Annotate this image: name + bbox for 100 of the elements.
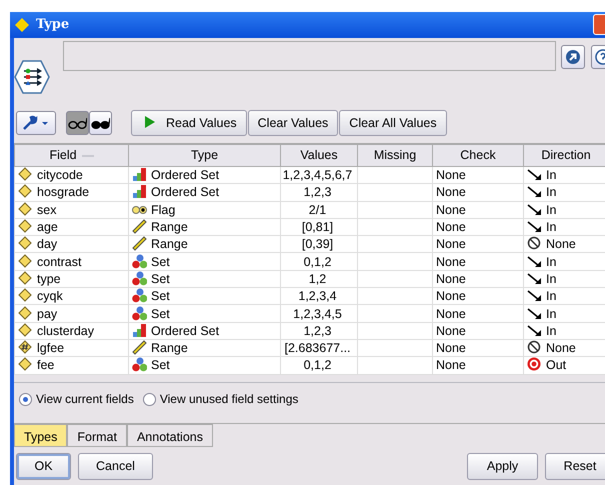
cell-text: In: [546, 202, 556, 217]
cell-text: 2/1: [308, 202, 326, 217]
cell-text: None: [436, 254, 466, 269]
glasses-icon: [68, 117, 87, 129]
tab[interactable]: Format: [67, 424, 127, 447]
dialog-button[interactable]: Cancel: [78, 453, 153, 480]
node-icon: [14, 60, 50, 95]
cell-text: age: [37, 220, 58, 234]
cell-text: 1,2,3: [304, 324, 332, 338]
cell-text: Range: [151, 341, 188, 356]
cell-text: In: [546, 306, 556, 321]
balls-icon: [132, 357, 147, 372]
cell-text: pay: [37, 306, 58, 321]
tools-button[interactable]: [16, 111, 56, 135]
column-header[interactable]: Values: [280, 144, 358, 166]
expand-button[interactable]: [561, 45, 585, 69]
tab[interactable]: Types: [14, 424, 68, 447]
arrow-icon: [527, 270, 542, 286]
cell-text: [2.683677...: [284, 341, 351, 356]
cell-text: 0,1,2: [304, 358, 332, 372]
cell-text: Set: [151, 272, 170, 286]
column-header[interactable]: Direction: [524, 144, 605, 166]
column-header[interactable]: Check: [432, 144, 524, 166]
cell-text: Ordered Set: [151, 168, 220, 182]
diamond-icon: [18, 236, 33, 252]
cell-text: None: [436, 306, 466, 321]
diamond-icon: [18, 270, 33, 286]
ruler-icon: [132, 236, 147, 252]
tab[interactable]: Annotations: [126, 424, 213, 447]
arrow-icon: [527, 202, 542, 217]
arrow-icon: [527, 288, 542, 304]
play-icon: [144, 116, 156, 128]
cell-text: day: [37, 237, 58, 252]
cell-text: Range: [151, 237, 188, 252]
cell-text: None: [436, 168, 466, 182]
ruler-icon: [132, 219, 147, 234]
arrow-icon: [527, 322, 542, 338]
column-header[interactable]: Missing: [358, 144, 432, 166]
cell-text: None: [436, 220, 466, 234]
arrow-icon: [527, 254, 542, 269]
cell-text: Set: [151, 358, 170, 372]
dialog-button[interactable]: Apply: [467, 453, 538, 480]
column-header[interactable]: Field: [14, 144, 128, 166]
cell-text: Flag: [151, 202, 176, 217]
cell-text: 1,2,3,4: [298, 289, 337, 304]
cell-text: None: [546, 341, 576, 356]
glasses-button[interactable]: [66, 111, 89, 135]
cell-text: Ordered Set: [151, 324, 220, 338]
clear-all-values-button[interactable]: Clear All Values: [339, 110, 447, 136]
diamond-icon: [18, 219, 33, 234]
diamond-icon: [14, 17, 30, 33]
diamond-icon: [18, 357, 33, 372]
cell-text: 1,2: [308, 272, 326, 286]
cell-text: None: [436, 237, 466, 252]
cell-text: 1,2,3,4,5,6,7: [282, 168, 352, 182]
cell-text: Out: [546, 358, 566, 372]
hash-diamond-icon: [18, 340, 33, 356]
cell-text: None: [436, 289, 466, 304]
diamond-icon: [18, 254, 33, 269]
cell-text: contrast: [37, 254, 82, 269]
wrench-icon: [21, 115, 51, 131]
cell-text: 1,2,3: [304, 185, 332, 200]
cell-text: None: [436, 324, 466, 338]
glasses-icon: [91, 117, 110, 129]
cell-text: In: [546, 185, 556, 200]
cell-text: sex: [37, 202, 56, 217]
ruler-icon: [132, 340, 147, 356]
cell-text: Set: [151, 289, 170, 304]
cell-text: In: [546, 254, 556, 269]
column-header[interactable]: Type: [128, 144, 280, 166]
dialog-button[interactable]: Reset: [545, 453, 605, 480]
arrow-icon: [527, 167, 542, 182]
cell-text: 1,2,3,4,5: [293, 306, 342, 321]
cell-text: lgfee: [37, 341, 64, 356]
cell-text: In: [546, 324, 556, 338]
cell-text: citycode: [37, 168, 83, 182]
bar-chart-icon: [132, 167, 147, 182]
dark-glasses-button[interactable]: [89, 111, 112, 135]
diamond-icon: [18, 167, 33, 182]
radio-option[interactable]: View unused field settings: [142, 390, 298, 408]
annotation-field[interactable]: [63, 41, 556, 71]
cell-text: In: [546, 272, 556, 286]
balls-icon: [132, 288, 147, 304]
dialog-button[interactable]: OK: [16, 453, 71, 480]
balls-icon: [132, 270, 147, 286]
cell-text: type: [37, 272, 61, 286]
diamond-icon: [18, 306, 33, 321]
balls-icon: [132, 306, 147, 321]
diamond-icon: [18, 202, 33, 217]
radio-option[interactable]: View current fields: [19, 390, 134, 408]
cell-text: [0,81]: [302, 220, 334, 234]
cell-text: None: [436, 358, 466, 372]
cell-text: None: [436, 341, 466, 356]
bar-chart-icon: [132, 322, 147, 338]
cell-text: [0,39]: [302, 237, 334, 252]
clear-values-button[interactable]: Clear Values: [248, 110, 338, 136]
arrow-icon: [527, 219, 542, 234]
cell-text: None: [546, 237, 576, 252]
read-values-button[interactable]: Read Values: [131, 110, 247, 136]
cell-text: Range: [151, 220, 188, 234]
